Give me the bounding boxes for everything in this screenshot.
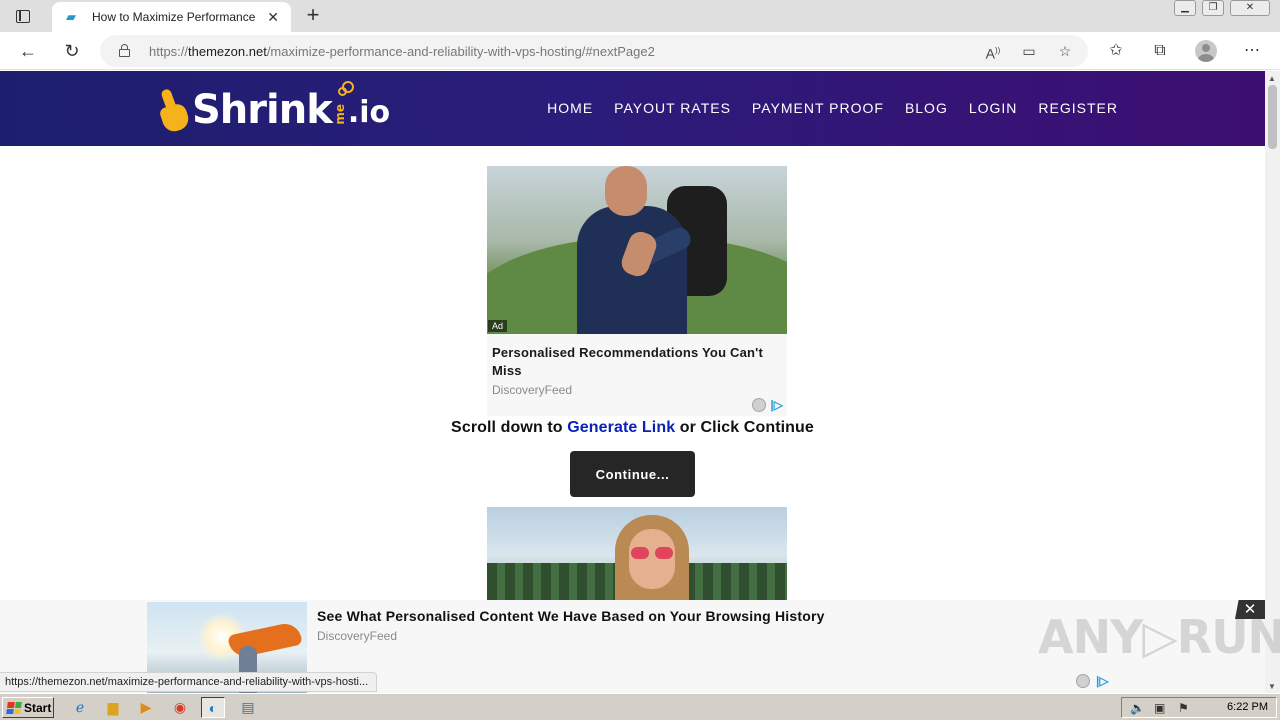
profile-avatar[interactable]	[1195, 40, 1217, 62]
collections-icon[interactable]: ⧉	[1148, 40, 1172, 62]
nav-blog[interactable]: BLOG	[905, 100, 948, 116]
bottom-ad-title[interactable]: See What Personalised Content We Have Ba…	[317, 608, 825, 624]
main-nav: HOME PAYOUT RATES PAYMENT PROOF BLOG LOG…	[547, 100, 1118, 116]
clock[interactable]: 6:22 PM	[1227, 701, 1268, 713]
ad-source[interactable]: DiscoveryFeed	[492, 383, 572, 397]
url-text[interactable]: https://themezon.net/maximize-performanc…	[149, 44, 655, 59]
bottom-ad-source[interactable]: DiscoveryFeed	[317, 629, 397, 643]
new-tab-button[interactable]: +	[302, 4, 324, 26]
action-center-flag-icon[interactable]: ⚑	[1178, 701, 1189, 715]
ad-choices[interactable]: |▷	[752, 398, 783, 412]
close-window-button[interactable]: ✕	[1230, 0, 1270, 16]
tab-actions-menu-icon[interactable]	[12, 6, 34, 26]
file-explorer-icon[interactable]: ▆	[101, 697, 125, 718]
cta-suffix: or Click Continue	[675, 419, 814, 436]
restore-button[interactable]: ❐	[1202, 0, 1224, 16]
page-scrollbar[interactable]: ▲ ▼	[1265, 71, 1280, 693]
scroll-up-icon[interactable]: ▲	[1268, 74, 1276, 83]
url-host: themezon.net	[188, 44, 267, 59]
ad-badge: Ad	[488, 320, 508, 332]
bottom-ad-close-button[interactable]: ✕	[1235, 600, 1265, 619]
favorites-icon[interactable]: ✩	[1104, 40, 1128, 62]
nav-payment-proof[interactable]: PAYMENT PROOF	[752, 100, 884, 116]
system-tray: 🔈 ▣ ⚑ 6:22 PM	[1121, 697, 1277, 718]
nav-register[interactable]: REGISTER	[1038, 100, 1118, 116]
site-favicon-icon: ▰	[66, 9, 76, 24]
internet-explorer-icon[interactable]: ℯ	[68, 697, 92, 718]
window-controls: ▁ ❐ ✕	[1174, 0, 1270, 18]
screen: ▰ How to Maximize Performance and Reliab…	[0, 0, 1280, 720]
tab-close-icon[interactable]: ✕	[267, 9, 279, 25]
media-player-icon[interactable]: ▶	[134, 697, 158, 718]
refresh-icon[interactable]: ↻	[60, 39, 84, 63]
nav-login[interactable]: LOGIN	[969, 100, 1018, 116]
generate-link[interactable]: Generate Link	[567, 419, 675, 436]
ad-feedback-icon[interactable]	[752, 398, 767, 412]
edge-icon[interactable]: ◐	[201, 697, 225, 718]
logo-me: me	[332, 104, 347, 125]
site-header: Shrink me .io HOME PAYOUT RATES PAYMENT …	[0, 71, 1265, 146]
chrome-icon[interactable]: ◉	[168, 697, 192, 718]
active-tab[interactable]: ▰ How to Maximize Performance and Reliab…	[52, 2, 291, 32]
nav-home[interactable]: HOME	[547, 100, 593, 116]
volume-icon[interactable]: 🔈	[1130, 701, 1145, 715]
url-path: /maximize-performance-and-reliability-wi…	[266, 44, 655, 59]
taskbar: Start ℯ ▆ ▶ ◉ ◐ ▤ 🔈 ▣ ⚑ 6:22 PM	[0, 693, 1280, 720]
windows-logo-icon	[6, 701, 22, 714]
bottom-ad-choices[interactable]: |▷	[1076, 674, 1109, 688]
ad-card[interactable]: Ad Personalised Recommendations You Can'…	[487, 166, 787, 416]
scroll-down-icon[interactable]: ▼	[1268, 682, 1276, 691]
minimize-button[interactable]: ▁	[1174, 0, 1196, 16]
logo-rings-icon	[338, 81, 358, 101]
immersive-reader-icon[interactable]: ▭	[1018, 41, 1040, 61]
back-arrow-icon[interactable]: ←	[16, 39, 40, 63]
add-favorite-icon[interactable]: ☆	[1054, 41, 1076, 61]
browser-toolbar: ← ↻ https://themezon.net/maximize-perfor…	[0, 32, 1280, 70]
tab-strip: ▰ How to Maximize Performance and Reliab…	[0, 0, 1280, 32]
address-bar[interactable]: https://themezon.net/maximize-performanc…	[100, 35, 1088, 67]
site-logo[interactable]: Shrink me .io	[152, 81, 390, 135]
status-bar-url: https://themezon.net/maximize-performanc…	[0, 672, 378, 692]
tab-title: How to Maximize Performance and Reliabil…	[92, 10, 258, 24]
bottom-ad-feedback-icon[interactable]	[1076, 674, 1090, 688]
notepad-icon[interactable]: ▤	[236, 697, 260, 718]
start-button[interactable]: Start	[2, 697, 54, 718]
bottom-adchoices-icon[interactable]: |▷	[1096, 674, 1109, 688]
start-label: Start	[24, 700, 52, 715]
cta-instruction: Scroll down to Generate Link or Click Co…	[0, 419, 1265, 437]
logo-text: Shrink	[192, 87, 333, 133]
ad-image-hiker[interactable]: Ad	[487, 166, 787, 334]
continue-button[interactable]: Continue...	[570, 451, 695, 497]
url-scheme: https://	[149, 44, 189, 59]
adchoices-icon[interactable]: |▷	[770, 398, 783, 412]
read-aloud-icon[interactable]: A))	[982, 41, 1004, 62]
scroll-thumb[interactable]	[1268, 85, 1277, 149]
lock-icon[interactable]	[119, 44, 130, 57]
pointing-hand-logo-icon	[152, 87, 192, 135]
nav-payout-rates[interactable]: PAYOUT RATES	[614, 100, 731, 116]
ad-headline[interactable]: Personalised Recommendations You Can't M…	[492, 344, 782, 380]
cta-prefix: Scroll down to	[451, 419, 568, 436]
more-options-icon[interactable]: ⋯	[1240, 40, 1264, 62]
network-icon[interactable]: ▣	[1154, 701, 1165, 715]
